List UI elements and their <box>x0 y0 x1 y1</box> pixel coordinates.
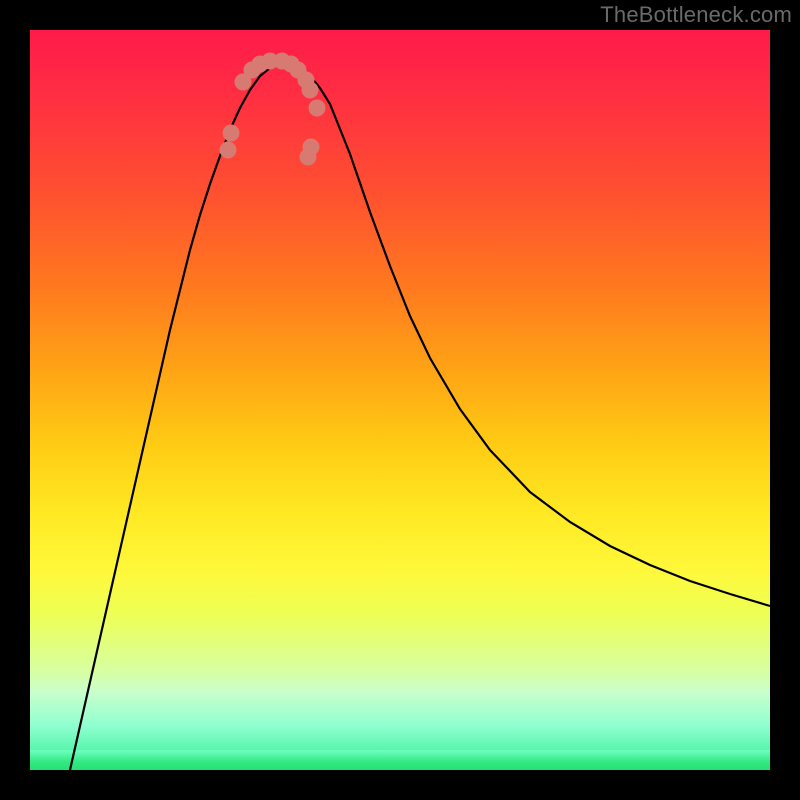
data-point <box>303 139 320 156</box>
data-point <box>309 100 326 117</box>
chart-frame: TheBottleneck.com <box>0 0 800 800</box>
data-point <box>220 142 237 159</box>
watermark-text: TheBottleneck.com <box>600 2 792 28</box>
data-markers <box>220 53 326 166</box>
bottleneck-curve <box>30 30 770 770</box>
data-point <box>223 125 240 142</box>
curve-path <box>70 64 770 770</box>
data-point <box>302 82 319 99</box>
